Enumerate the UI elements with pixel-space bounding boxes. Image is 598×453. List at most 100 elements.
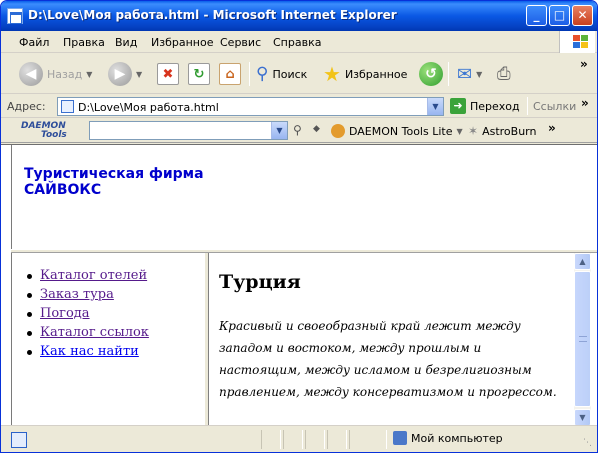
stop-button[interactable]: ✖ [157, 60, 179, 88]
ie-page-icon [7, 8, 23, 24]
menu-tools[interactable]: Сервис [220, 36, 261, 49]
magnifier-icon[interactable]: ⚲ [293, 123, 302, 137]
status-segment [349, 430, 387, 449]
links-more-icon[interactable]: » [581, 96, 589, 110]
main-frame: Турция Красивый и своеобразный край лежи… [209, 253, 574, 426]
maximize-icon: □ [553, 8, 566, 22]
mail-dropdown-icon[interactable]: ▼ [476, 70, 482, 79]
nav-link-tour-order[interactable]: Заказ тура [40, 287, 114, 302]
stop-icon: ✖ [157, 63, 179, 85]
close-button[interactable]: ✕ [572, 5, 593, 26]
nav-link-directions[interactable]: Как нас найти [40, 344, 139, 359]
links-button[interactable]: Ссылки [533, 100, 576, 113]
daemon-lightning-icon [331, 124, 345, 138]
page-viewport: Туристическая фирма САЙВОКС Каталог отел… [1, 144, 597, 426]
my-computer-icon [393, 431, 407, 445]
toolbar-separator [448, 62, 449, 86]
print-button[interactable]: ⎙ [497, 60, 511, 88]
menu-edit[interactable]: Правка [63, 36, 105, 49]
window-title: D:\Love\Моя работа.html - Microsoft Inte… [28, 8, 397, 22]
scroll-grip-icon [579, 336, 587, 342]
toolbar-more-icon[interactable]: » [580, 57, 588, 71]
back-label: Назад [47, 67, 83, 81]
history-icon: ↺ [419, 62, 443, 86]
forward-arrow-icon: ▶ [108, 62, 132, 86]
minimize-icon: _ [533, 8, 540, 22]
address-separator [527, 97, 528, 115]
navigate-icon[interactable]: ◆ [313, 124, 320, 134]
daemon-tools-lite-button[interactable]: DAEMON Tools Lite ▼ [331, 124, 463, 138]
nav-list: Каталог отелей Заказ тура Погода Каталог… [27, 268, 149, 363]
nav-item: Погода [27, 306, 149, 325]
menu-file[interactable]: Файл [19, 36, 49, 49]
astroburn-icon: ✶ [468, 124, 479, 138]
forward-dropdown-icon[interactable]: ▼ [136, 70, 142, 79]
daemon-search-dropdown-icon[interactable]: ▼ [271, 122, 287, 139]
resize-grip-icon[interactable]: ⋱ [583, 438, 592, 448]
home-icon: ⌂ [219, 63, 241, 85]
security-zone: Мой компьютер [393, 431, 503, 445]
status-segment [261, 430, 281, 449]
menu-help[interactable]: Справка [273, 36, 321, 49]
nav-item: Каталог отелей [27, 268, 149, 287]
nav-link-weather[interactable]: Погода [40, 306, 90, 321]
favorites-button[interactable]: ★ Избранное [323, 60, 407, 88]
main-frame-scrollbar[interactable]: ▲ ▼ [574, 253, 591, 426]
nav-item: Каталог ссылок [27, 325, 149, 344]
article-body: Красивый и своеобразный край лежит между… [219, 319, 557, 399]
astroburn-button[interactable]: ✶ AstroBurn [468, 124, 536, 138]
daemon-search-input[interactable]: ▼ [89, 121, 288, 140]
go-arrow-icon: ➜ [450, 98, 466, 114]
refresh-button[interactable]: ↻ [188, 60, 210, 88]
address-dropdown-icon[interactable]: ▼ [427, 98, 443, 115]
daemon-tools-logo: DAEMON Tools [21, 122, 67, 140]
page-icon [61, 100, 74, 113]
toolbar-separator [249, 62, 250, 86]
history-button[interactable]: ↺ [419, 60, 443, 88]
forward-button[interactable]: ▶ ▼ [108, 60, 142, 88]
header-frame: Туристическая фирма САЙВОКС [11, 145, 597, 249]
menu-view[interactable]: Вид [115, 36, 137, 49]
maximize-button[interactable]: □ [549, 5, 570, 26]
star-icon: ★ [323, 62, 341, 86]
status-segment [305, 430, 325, 449]
back-dropdown-icon[interactable]: ▼ [86, 70, 92, 79]
address-bar: Адрес: D:\Love\Моя работа.html ▼ ➜ Перех… [1, 95, 597, 118]
status-segment [327, 430, 347, 449]
address-input[interactable]: D:\Love\Моя работа.html ▼ [57, 97, 444, 116]
daemon-dropdown-icon[interactable]: ▼ [457, 127, 463, 136]
daemon-logo-line2: Tools [41, 130, 67, 140]
nav-item: Заказ тура [27, 287, 149, 306]
scroll-up-icon[interactable]: ▲ [574, 253, 591, 270]
nav-link-links-catalog[interactable]: Каталог ссылок [40, 325, 149, 340]
status-bar: Мой компьютер ⋱ [1, 425, 597, 452]
search-button[interactable]: ⚲ Поиск [256, 60, 307, 88]
ie-window: D:\Love\Моя работа.html - Microsoft Inte… [0, 0, 598, 453]
mail-icon: ✉ [457, 63, 473, 85]
search-icon: ⚲ [256, 64, 269, 84]
back-arrow-icon: ◀ [19, 62, 43, 86]
astroburn-label: AstroBurn [482, 124, 537, 138]
menu-bar: Файл Правка Вид Избранное Сервис Справка [1, 31, 597, 53]
menu-favorites[interactable]: Избранное [151, 36, 213, 49]
back-button[interactable]: ◀ Назад ▼ [19, 60, 92, 88]
mail-button[interactable]: ✉ ▼ [457, 60, 482, 88]
scroll-thumb[interactable] [574, 271, 591, 407]
article-title: Турция [219, 271, 301, 293]
navigation-frame: Каталог отелей Заказ тура Погода Каталог… [11, 253, 204, 426]
home-button[interactable]: ⌂ [219, 60, 241, 88]
minimize-button[interactable]: _ [526, 5, 547, 26]
close-icon: ✕ [577, 8, 588, 22]
go-button[interactable]: ➜ Переход [450, 98, 520, 114]
go-label: Переход [470, 99, 520, 113]
nav-link-hotels[interactable]: Каталог отелей [40, 268, 147, 283]
standard-toolbar: ◀ Назад ▼ ▶ ▼ ✖ ↻ ⌂ ⚲ Поиск ★ Избранное … [1, 54, 597, 94]
zone-label: Мой компьютер [411, 431, 503, 445]
scroll-down-icon[interactable]: ▼ [574, 409, 591, 426]
address-label: Адрес: [7, 100, 46, 113]
nav-item: Как нас найти [27, 344, 149, 363]
address-url: D:\Love\Моя работа.html [78, 101, 219, 114]
title-bar[interactable]: D:\Love\Моя работа.html - Microsoft Inte… [1, 1, 597, 31]
daemon-more-icon[interactable]: » [548, 121, 556, 135]
daemon-tools-lite-label: DAEMON Tools Lite [349, 124, 453, 138]
